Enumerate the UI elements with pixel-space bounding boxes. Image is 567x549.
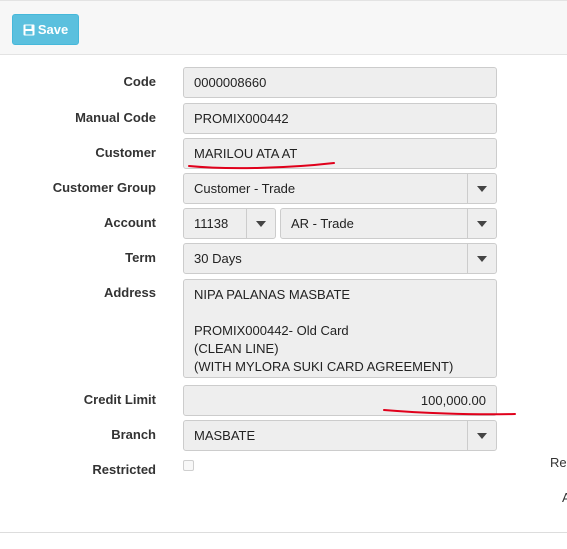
branch-label: Branch	[111, 427, 156, 442]
account-label: Account	[104, 215, 156, 230]
divider	[0, 532, 567, 533]
right-edge-text: A	[562, 490, 567, 505]
toolbar: Save	[0, 0, 567, 55]
term-value: 30 Days	[194, 251, 242, 266]
address-textarea[interactable]: NIPA PALANAS MASBATE PROMIX000442- Old C…	[183, 279, 497, 378]
manual-code-field[interactable]: PROMIX000442	[183, 103, 497, 134]
account-name-value: AR - Trade	[291, 216, 354, 231]
customer-group-select[interactable]: Customer - Trade	[183, 173, 497, 204]
floppy-disk-icon	[23, 24, 35, 36]
code-field[interactable]: 0000008660	[183, 67, 497, 98]
customer-value: MARILOU ATA AT	[194, 146, 298, 161]
restricted-label: Restricted	[92, 462, 156, 477]
manual-code-label: Manual Code	[75, 110, 156, 125]
code-label: Code	[123, 74, 157, 89]
caret-down-icon[interactable]	[467, 421, 496, 450]
save-button-label: Save	[37, 22, 69, 37]
address-label: Address	[103, 285, 156, 300]
account-code-value: 11138	[194, 216, 229, 231]
term-select[interactable]: 30 Days	[183, 243, 497, 274]
credit-limit-field[interactable]: 100,000.00	[183, 385, 497, 416]
code-value: 0000008660	[194, 75, 267, 90]
caret-down-icon[interactable]	[467, 174, 496, 203]
caret-down-icon[interactable]	[467, 244, 496, 273]
branch-value: MASBATE	[194, 428, 256, 443]
address-line: (CLEAN LINE)	[194, 341, 279, 356]
right-edge-text: Re	[550, 455, 567, 470]
address-line	[194, 304, 486, 322]
address-line: PROMIX000442- Old Card	[194, 323, 349, 338]
save-button[interactable]: Save	[12, 14, 79, 45]
term-label: Term	[125, 250, 156, 265]
caret-down-icon[interactable]	[467, 209, 496, 238]
account-name-select[interactable]: AR - Trade	[280, 208, 497, 239]
customer-label: Customer	[95, 145, 156, 160]
restricted-checkbox[interactable]	[183, 460, 194, 471]
address-line: NIPA PALANAS MASBATE	[194, 287, 351, 302]
customer-group-label: Customer Group	[52, 180, 156, 195]
customer-group-value: Customer - Trade	[194, 181, 296, 196]
branch-select[interactable]: MASBATE	[183, 420, 497, 451]
customer-field[interactable]: MARILOU ATA AT	[183, 138, 497, 169]
credit-limit-label: Credit Limit	[83, 392, 156, 407]
manual-code-value: PROMIX000442	[194, 111, 289, 126]
caret-down-icon[interactable]	[246, 209, 275, 238]
account-code-select[interactable]: 11138	[183, 208, 276, 239]
address-line: (WITH MYLORA SUKI CARD AGREEMENT)	[194, 359, 454, 374]
credit-limit-value: 100,000.00	[420, 393, 486, 408]
